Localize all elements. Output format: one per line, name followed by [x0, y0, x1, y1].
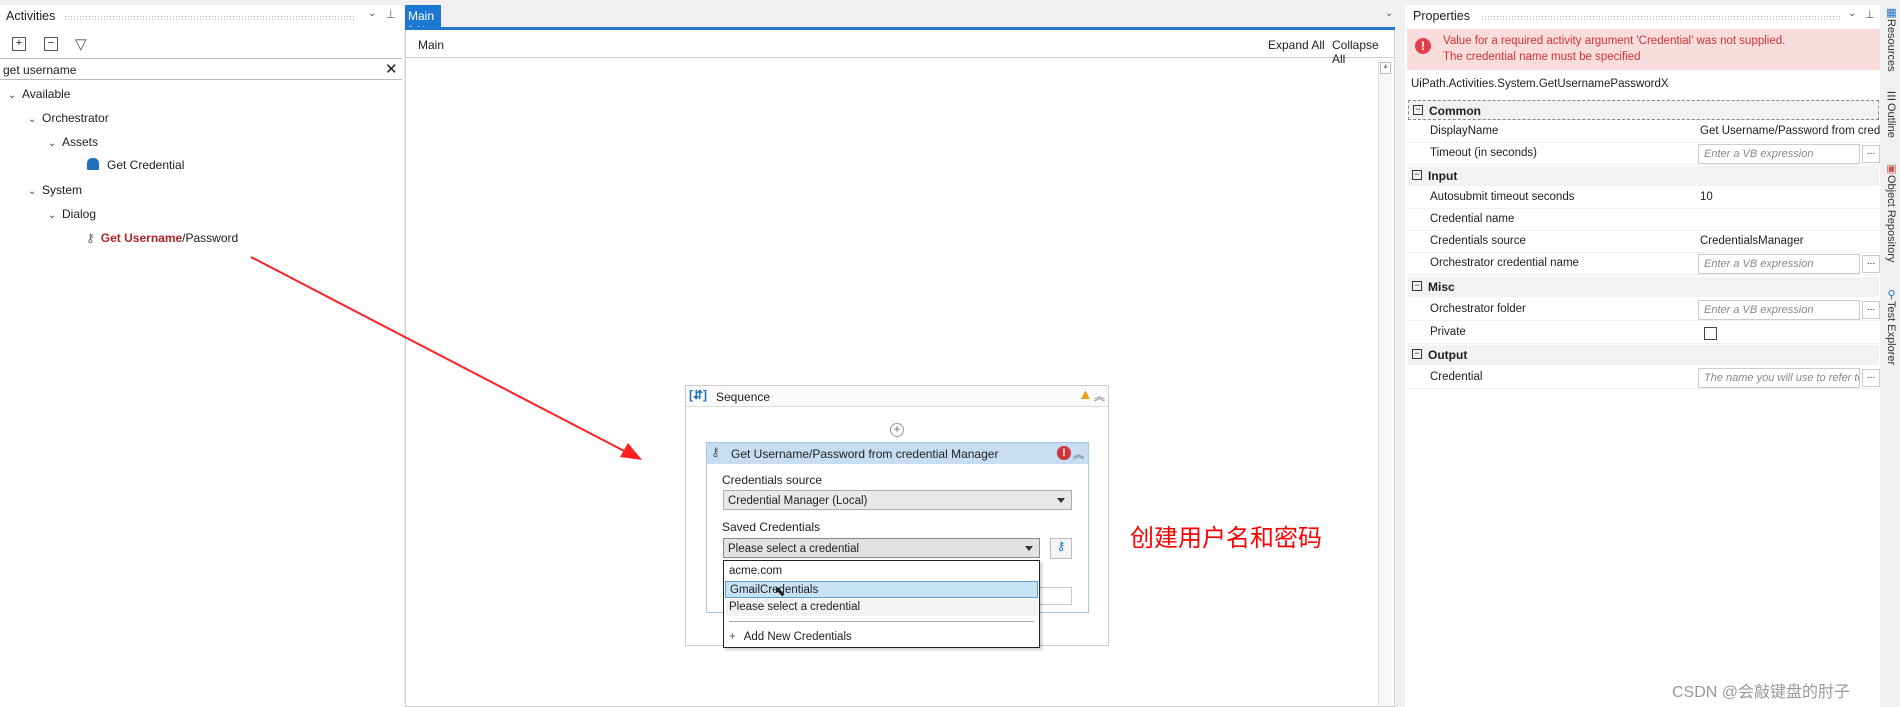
side-tab-label: Resources — [1885, 19, 1897, 72]
pin-icon[interactable]: ⊥ — [1865, 8, 1875, 21]
collapse-icon[interactable]: − — [1413, 105, 1423, 115]
timeout-input[interactable]: Enter a VB expression — [1698, 144, 1860, 164]
prop-credentials-source: Credentials source CredentialsManager — [1408, 231, 1879, 253]
category-input[interactable]: − Input — [1408, 166, 1879, 186]
side-tab-label: Object Repository — [1885, 175, 1897, 263]
error-icon: ! — [1415, 38, 1431, 54]
private-checkbox[interactable] — [1704, 327, 1717, 340]
category-label: Input — [1428, 169, 1458, 183]
activity-type-name: UiPath.Activities.System.GetUsernamePass… — [1411, 78, 1669, 90]
drag-grip[interactable] — [1481, 15, 1841, 20]
side-tab-outline[interactable]: ☰Outline — [1885, 90, 1898, 138]
prop-display-name: DisplayName Get Username/Password from cr… — [1408, 121, 1880, 143]
collapse-icon[interactable]: − — [1412, 349, 1422, 359]
test-explorer-icon: ⚲ — [1885, 288, 1897, 301]
prop-label: Orchestrator folder — [1430, 303, 1526, 315]
side-tab-object-repository[interactable]: ▣Object Repository — [1885, 162, 1898, 262]
expression-editor-button[interactable]: ... — [1862, 255, 1880, 273]
expression-editor-button[interactable]: ... — [1862, 369, 1880, 387]
orch-folder-input[interactable]: Enter a VB expression — [1698, 300, 1860, 320]
credential-output-input[interactable]: The name you will use to refer to the cr… — [1698, 368, 1860, 388]
prop-label: Credential name — [1430, 213, 1515, 225]
expression-editor-button[interactable]: ... — [1862, 145, 1880, 163]
display-name-field[interactable]: Get Username/Password from credential Ma… — [1700, 125, 1880, 137]
prop-label: Credential — [1430, 371, 1483, 383]
side-tab-test-explorer[interactable]: ⚲Test Explorer — [1885, 288, 1898, 365]
properties-panel: Properties ⌄ ⊥ ! Value for a required ac… — [1405, 5, 1880, 707]
prop-label: Private — [1430, 326, 1466, 338]
prop-label: Orchestrator credential name — [1430, 257, 1579, 269]
collapse-icon[interactable]: − — [1412, 170, 1422, 180]
category-label: Misc — [1428, 280, 1455, 294]
prop-timeout: Timeout (in seconds) Enter a VB expressio… — [1408, 143, 1880, 165]
resources-icon: ▦ — [1885, 6, 1897, 19]
category-misc[interactable]: − Misc — [1408, 277, 1879, 297]
autosubmit-field[interactable]: 10 — [1700, 191, 1880, 203]
properties-title: Properties — [1413, 9, 1470, 23]
prop-label: DisplayName — [1430, 125, 1499, 137]
side-tab-label: Test Explorer — [1885, 301, 1897, 366]
error-line-2: The credential name must be specified — [1443, 51, 1641, 63]
category-output[interactable]: − Output — [1408, 345, 1879, 365]
category-label: Common — [1429, 104, 1481, 118]
prop-label: Credentials source — [1430, 235, 1526, 247]
object-repository-icon: ▣ — [1885, 162, 1897, 175]
collapse-icon[interactable]: − — [1412, 281, 1422, 291]
credentials-source-field[interactable]: CredentialsManager — [1700, 235, 1880, 247]
validation-error-banner: ! Value for a required activity argument… — [1407, 29, 1880, 70]
side-tab-label: Outline — [1885, 103, 1897, 138]
chevron-down-icon[interactable]: ⌄ — [1848, 8, 1856, 19]
prop-credential: Credential The name you will use to refer… — [1408, 367, 1880, 389]
prop-autosubmit: Autosubmit timeout seconds 10 — [1408, 187, 1879, 209]
prop-orch-folder: Orchestrator folder Enter a VB expression… — [1408, 299, 1880, 321]
prop-credential-name: Credential name — [1408, 209, 1879, 231]
outline-icon: ☰ — [1885, 90, 1897, 103]
error-line-1: Value for a required activity argument '… — [1443, 35, 1786, 47]
prop-orch-cred-name: Orchestrator credential name Enter a VB e… — [1408, 253, 1880, 275]
side-tab-resources[interactable]: ▦Resources — [1885, 6, 1898, 72]
expression-editor-button[interactable]: ... — [1862, 301, 1880, 319]
prop-label: Autosubmit timeout seconds — [1430, 191, 1575, 203]
prop-label: Timeout (in seconds) — [1430, 147, 1537, 159]
category-label: Output — [1428, 348, 1468, 362]
watermark: CSDN @会敲键盘的肘子 — [1672, 684, 1851, 701]
category-common[interactable]: − Common — [1408, 100, 1879, 120]
prop-private: Private — [1408, 322, 1879, 344]
orch-cred-name-input[interactable]: Enter a VB expression — [1698, 254, 1860, 274]
annotation-text: 创建用户名和密码 — [1130, 525, 1322, 552]
